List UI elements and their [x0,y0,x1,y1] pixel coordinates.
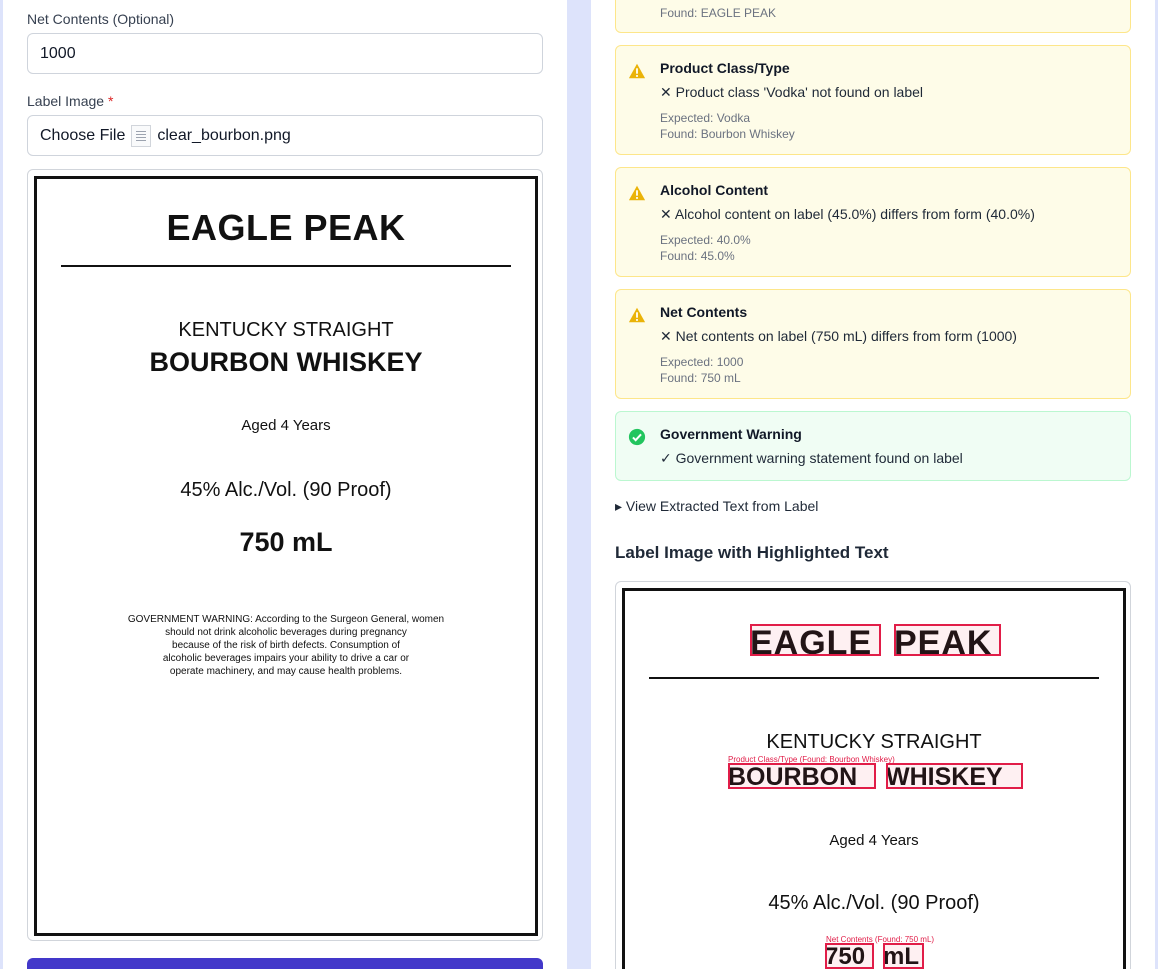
check-card-brand: Found: EAGLE PEAK [615,0,1131,33]
net-contents-input[interactable]: 1000 [27,33,543,74]
highlight-box-net-word2 [883,943,924,969]
check-message: ✓ Government warning statement found on … [660,450,963,466]
net-contents-label: Net Contents (Optional) [27,11,175,27]
file-name: clear_bourbon.png [157,127,291,144]
check-expected: Expected: 40.0% [660,233,751,247]
check-title: Alcohol Content [660,182,769,198]
warning-line: operate machinery, and may cause health … [169,666,403,677]
label-image-label-text: Label Image [27,93,105,109]
warning-icon [628,63,646,79]
check-message: ✕ Product class 'Vodka' not found on lab… [660,84,924,100]
file-thumbnail-icon [131,124,152,147]
warning-icon [628,185,646,201]
bottle-label: EAGLE PEAK KENTUCKY STRAIGHT BOURBON WHI… [34,176,538,936]
warning-line: should not drink alcoholic beverages dur… [165,627,407,638]
required-mark: * [107,93,114,109]
bottle-label-highlighted: EAGLE PEAK KENTUCKY STRAIGHT Product Cla… [622,588,1126,969]
check-card-alcohol-content: Alcohol Content ✕ Alcohol content on lab… [615,167,1131,277]
highlight-box-class-word2 [886,763,1023,789]
check-card-net-contents: Net Contents ✕ Net contents on label (75… [615,289,1131,399]
check-title: Net Contents [660,304,748,320]
label-abv: 45% Alc./Vol. (90 Proof) [180,479,392,501]
check-found: Found: Bourbon Whiskey [660,127,795,141]
highlighted-label-image: EAGLE PEAK KENTUCKY STRAIGHT Product Cla… [615,581,1131,969]
check-found: Found: 45.0% [660,249,735,263]
form-panel: Net Contents (Optional) 1000 Label Image… [3,0,567,969]
verify-button[interactable] [27,958,543,969]
check-card-product-class: Product Class/Type ✕ Product class 'Vodk… [615,45,1131,155]
warning-line: because of the risk of birth defects. Co… [172,640,400,651]
warning-line: alcoholic beverages impairs your ability… [162,653,410,664]
choose-file-button[interactable]: Choose File [40,116,125,155]
highlighted-image-heading: Label Image with Highlighted Text [615,543,889,562]
highlight-box-net-word1 [825,943,874,969]
label-image-label: Label Image * [27,93,113,109]
label-abv: 45% Alc./Vol. (90 Proof) [768,892,980,914]
check-expected: Expected: Vodka [660,111,751,125]
label-volume: 750 mL [239,527,333,557]
label-divider [61,265,511,267]
check-found: Found: 750 mL [660,371,741,385]
check-title: Product Class/Type [660,60,790,76]
check-message: ✕ Alcohol content on label (45.0%) diffe… [660,206,1035,222]
label-class-line2: BOURBON WHISKEY [149,347,423,377]
warning-line: GOVERNMENT WARNING: According to the Sur… [127,614,445,625]
label-warning: GOVERNMENT WARNING: According to the Sur… [37,613,535,678]
check-message: ✕ Net contents on label (750 mL) differs… [660,328,1017,344]
check-title: Government Warning [660,426,802,442]
check-circle-icon [628,428,646,446]
results-panel: Found: EAGLE PEAK Product Class/Type ✕ P… [591,0,1155,969]
check-expected: Expected: 1000 [660,355,744,369]
label-image-preview: EAGLE PEAK KENTUCKY STRAIGHT BOURBON WHI… [27,169,543,941]
label-image-file-input[interactable]: Choose File clear_bourbon.png [27,115,543,156]
check-card-government-warning: Government Warning ✓ Government warning … [615,411,1131,481]
label-brand: EAGLE PEAK [166,207,406,248]
label-divider [649,677,1099,679]
label-age: Aged 4 Years [241,417,331,434]
warning-icon [628,307,646,323]
highlight-box-class-word1 [728,763,876,789]
highlight-box-brand-word1 [750,624,881,656]
label-age: Aged 4 Years [829,832,919,849]
label-class-line1: KENTUCKY STRAIGHT [766,731,982,753]
view-extracted-text-toggle[interactable]: ▸ View Extracted Text from Label [615,498,818,515]
check-found: Found: EAGLE PEAK [660,6,777,20]
label-class-line1: KENTUCKY STRAIGHT [178,319,394,341]
highlight-box-brand-word2 [894,624,1001,656]
